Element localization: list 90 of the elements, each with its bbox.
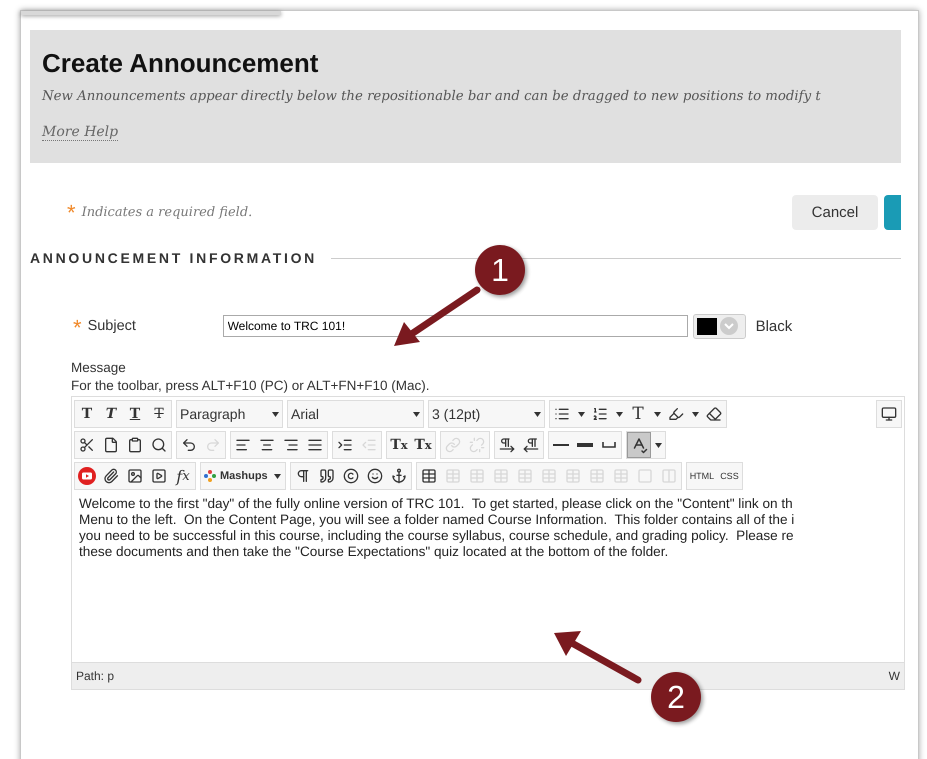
caret-icon [274,474,282,478]
line-icon [553,444,569,446]
dropdown[interactable]: 3 (12pt) [429,401,544,427]
pilcrow-right-icon [499,437,515,453]
format-button[interactable]: T [626,401,650,427]
anchor-icon [390,468,407,484]
body-text-line: Welcome to the first "day" of the fully online version of TRC 101. To get started, please click on the "Content" link on th [79,496,794,512]
toolbar-button[interactable] [627,432,651,458]
dropdown-value: 3 (12pt) [432,406,480,422]
table-icon [492,468,509,484]
pilcrow-left-icon [523,437,539,453]
quote-icon [318,468,335,484]
outdent-icon [361,437,377,453]
dropdown-value: Paragraph [180,406,246,422]
path-text: Path: p [76,669,114,683]
table-icon [540,468,557,484]
subject-field[interactable]: Welcome to TRC 101! [222,315,688,337]
indent-icon [337,437,353,453]
table-icon [564,468,581,484]
color-name: Black [756,318,792,334]
section-title: ANNOUNCEMENT INFORMATION [30,250,317,266]
align-right-icon [283,437,299,453]
caret-icon [534,412,541,416]
toolbar-hint: For the toolbar, press ALT+F10 (PC) or ALT+FN+F10 (Mac). [71,377,431,395]
play-icon [78,467,96,485]
format-button[interactable]: T [147,401,171,427]
square-icon [636,468,653,484]
unlink-icon [469,437,485,453]
dropdown-value: Arial [291,406,320,422]
page-description: New Announcements appear directly below the repositionable bar and can be dragged to new positions to modify t [42,89,822,104]
color-picker[interactable] [692,314,746,338]
marker-icon [668,406,684,422]
body-text-line: these documents and then take the "Course Expectations" quiz located at the bottom of the folder. [79,544,670,560]
paperclip-icon [103,468,119,484]
table-icon [420,468,437,484]
dots-icon [204,470,216,482]
caret-icon [654,442,662,448]
format-button[interactable]: HTML [686,463,718,489]
align-center-icon [259,437,275,453]
mashups-button[interactable]: Mashups [201,463,271,489]
eraser-icon [706,406,722,422]
required-marker: * [67,202,76,224]
play-icon [151,468,167,484]
page-icon [103,437,119,453]
format-button[interactable]: T [123,401,147,427]
field-label: Subject [88,318,137,334]
redo-icon [205,437,221,453]
align-left-icon [235,437,251,453]
link-icon [445,437,461,453]
required-marker: * [73,317,82,339]
body-text-line: Menu to the left. On the Content Page, you will see a folder named Course Information. This folder contains all of the i [79,512,796,528]
format-button[interactable]: CSS [717,463,742,489]
image-icon [127,468,143,484]
pilcrow-icon [294,468,311,484]
dropdown[interactable]: Arial [288,401,423,427]
scissors-icon [79,437,95,453]
required-note: Indicates a required field. [82,205,254,220]
format-button[interactable]: T [75,401,99,427]
copyright-icon [342,468,359,484]
undo-icon [181,437,197,453]
dropdown[interactable]: Paragraph [177,401,282,427]
caret-icon [578,412,584,416]
table-icon [468,468,485,484]
cancel-button[interactable]: Cancel [792,195,878,230]
field-label: Message [71,359,127,377]
page-title: Create Announcement [42,48,320,79]
help-link[interactable]: More Help [42,124,118,141]
caret-icon [616,412,622,416]
table-icon [516,468,533,484]
numbered-list-icon [592,406,608,422]
body-text-line: you need to be successful in this course, including the course syllabus, course schedule, and grading policy. Please re [79,528,795,544]
monitor-icon [881,406,897,422]
space-icon [602,442,616,448]
clipboard-icon [127,437,143,453]
search-icon [151,437,167,453]
bullet-list-icon [554,406,570,422]
chevron-icon [720,317,738,335]
justify-icon [307,437,323,453]
table-icon [612,468,629,484]
caret-icon [413,412,420,416]
word-count: W [888,669,900,683]
columns-icon [660,468,677,484]
caret-icon [692,412,698,416]
format-button[interactable]: T [99,401,123,427]
button-label: Mashups [220,470,268,482]
caret-icon [272,412,279,416]
smiley-icon [366,468,383,484]
table-icon [444,468,461,484]
caret-icon [654,412,660,416]
table-icon [588,468,605,484]
